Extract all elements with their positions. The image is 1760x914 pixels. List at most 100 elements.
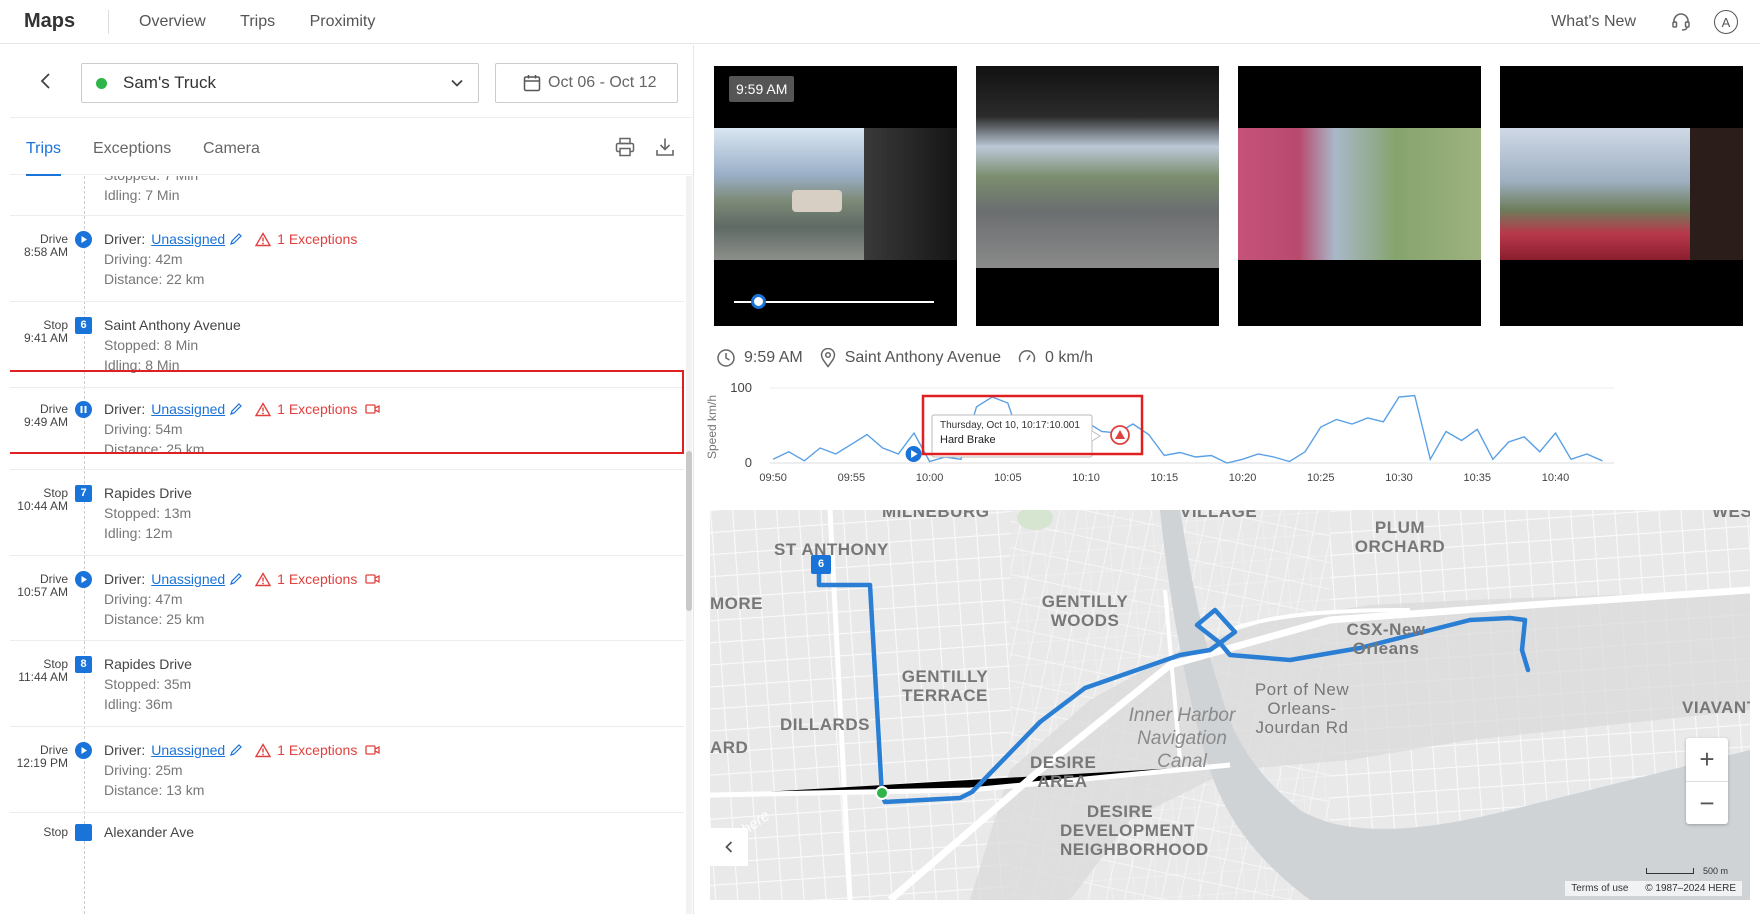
distance: Distance: 13 km <box>104 782 205 798</box>
print-icon[interactable] <box>614 136 636 158</box>
edit-pencil-icon[interactable] <box>229 743 243 757</box>
drive-play-icon[interactable] <box>75 742 92 759</box>
location-pin-icon <box>820 348 835 368</box>
map-label: WES <box>1712 510 1750 521</box>
entry-type: Stop <box>43 486 68 500</box>
trip-drive-item[interactable]: Drive 10:57 AM Driver: Unassigned 1 Except… <box>10 556 684 641</box>
video-player[interactable]: 9:59 AM <box>714 66 957 326</box>
scrollbar-thumb[interactable] <box>686 451 692 611</box>
camera-thumbnail-2[interactable] <box>976 66 1219 326</box>
exceptions-link[interactable]: 1 Exceptions <box>277 571 357 587</box>
tooltip-body: Hard Brake <box>940 434 996 446</box>
stop-number-badge: 8 <box>75 656 92 673</box>
tab-trips[interactable]: Trips <box>26 140 61 176</box>
top-bar: Maps Overview Trips Proximity What's New… <box>0 0 1760 44</box>
tab-camera[interactable]: Camera <box>203 140 260 158</box>
entry-time: 10:57 AM <box>17 585 68 599</box>
driver-label: Driver: <box>104 742 146 758</box>
panel-tabs: Trips Exceptions Camera <box>10 118 693 176</box>
terms-link[interactable]: Terms of use <box>1571 883 1628 894</box>
map-scale-label: 500 m <box>1702 866 1728 876</box>
trip-drive-item[interactable]: Drive 12:19 PM Driver: Unassigned 1 Except… <box>10 727 684 813</box>
nav-proximity[interactable]: Proximity <box>310 13 376 30</box>
video-camera-icon[interactable] <box>365 744 380 756</box>
drive-play-icon[interactable] <box>75 231 92 248</box>
detail-panel: 9:59 AM 9:59 AM Saint Anthony Avenue 0 k… <box>704 45 1760 914</box>
stopped-duration: Stopped: 13m <box>104 505 192 521</box>
collapse-panel-button[interactable] <box>710 828 748 866</box>
playback-slider-knob[interactable] <box>751 294 766 309</box>
tab-exceptions[interactable]: Exceptions <box>93 140 171 158</box>
tooltip-arrow <box>1091 430 1101 442</box>
zoom-out-button[interactable]: − <box>1686 781 1728 824</box>
video-camera-icon[interactable] <box>365 573 380 585</box>
entry-type: Stop <box>43 657 68 671</box>
position-time: 9:59 AM <box>744 349 803 366</box>
stop-number-badge: 6 <box>75 317 92 334</box>
map-label: ARD <box>710 738 749 757</box>
trip-stop-item[interactable]: Stop 10:44 AM 7 Rapides Drive Stopped: 13… <box>10 470 684 556</box>
camera-thumbnail-4[interactable] <box>1500 66 1743 326</box>
trip-stop-item[interactable]: Stop 11:44 AM 8 Rapides Drive Stopped: 35… <box>10 641 684 727</box>
stop-number-badge <box>75 824 92 841</box>
trip-stop-item[interactable]: Stop Alexander Ave <box>10 813 684 899</box>
top-nav: Overview Trips Proximity <box>139 13 405 31</box>
stopped-duration: Stopped: 7 Min <box>104 176 198 185</box>
zoom-controls: + − <box>1686 738 1728 824</box>
nav-trips[interactable]: Trips <box>240 13 275 30</box>
nav-overview[interactable]: Overview <box>139 13 206 30</box>
entry-time: 8:58 AM <box>23 245 68 259</box>
map-label: GENTILLY WOODS <box>1041 592 1129 630</box>
speed-chart[interactable]: Speed km/h 100 0 09:50 09:55 10:00 10:05 10:10 1… <box>704 377 1760 497</box>
selected-highlight-box <box>10 370 684 454</box>
panel-header: Sam's Truck Oct 06 - Oct 12 <box>10 45 693 118</box>
y-axis-label: Speed km/h <box>705 395 719 459</box>
edit-pencil-icon[interactable] <box>229 232 243 246</box>
avatar[interactable]: A <box>1714 10 1738 34</box>
driver-label: Driver: <box>104 571 146 587</box>
map-label: Port of New Orleans-Jourdan Rd <box>1254 680 1350 737</box>
trip-drive-item[interactable]: Drive 8:58 AM Driver: Unassigned 1 Excepti… <box>10 216 684 302</box>
map-label: DESIRE DEVELOPMENT NEIGHBORHOOD <box>1060 802 1209 859</box>
vehicle-select[interactable]: Sam's Truck <box>81 63 479 103</box>
zoom-in-button[interactable]: + <box>1686 738 1728 781</box>
date-range-picker[interactable]: Oct 06 - Oct 12 <box>495 63 678 103</box>
entry-type: Stop <box>43 825 68 839</box>
x-tick-label: 10:10 <box>1072 472 1100 484</box>
edit-pencil-icon[interactable] <box>229 572 243 586</box>
stop-address: Saint Anthony Avenue <box>104 317 241 333</box>
x-tick-label: 09:55 <box>838 472 866 484</box>
x-tick-label: 10:30 <box>1385 472 1413 484</box>
idling-duration: Idling: 7 Min <box>104 187 180 203</box>
position-speed: 0 km/h <box>1044 349 1093 366</box>
support-headset-icon[interactable] <box>1670 11 1692 33</box>
back-arrow-icon[interactable] <box>36 71 56 91</box>
x-tick-label: 10:25 <box>1307 472 1335 484</box>
driver-link[interactable]: Unassigned <box>151 571 225 587</box>
driver-link[interactable]: Unassigned <box>151 742 225 758</box>
entry-time: 11:44 AM <box>18 670 68 684</box>
exceptions-link[interactable]: 1 Exceptions <box>277 231 357 247</box>
chevron-left-icon <box>725 841 733 853</box>
dashcam-frame-4 <box>1500 128 1743 260</box>
driver-link[interactable]: Unassigned <box>151 231 225 247</box>
drive-play-icon[interactable] <box>75 571 92 588</box>
trips-panel: Sam's Truck Oct 06 - Oct 12 Trips Except… <box>10 45 694 914</box>
download-icon[interactable] <box>654 136 676 158</box>
list-scrollbar[interactable] <box>686 176 692 914</box>
whats-new-link[interactable]: What's New <box>1551 13 1636 31</box>
map-footer: Terms of use © 1987–2024 HERE <box>1565 881 1742 896</box>
playback-slider[interactable] <box>734 294 934 309</box>
list-item[interactable]: Stopped: 7 Min Idling: 7 Min <box>10 176 684 216</box>
distance: Distance: 25 km <box>104 611 205 627</box>
exceptions-link[interactable]: 1 Exceptions <box>277 742 357 758</box>
route-map[interactable]: here 6 MILNEBURG VILLAGE PLUM ORCHARD WE… <box>710 510 1750 900</box>
map-scale-bar <box>1646 868 1694 874</box>
distance: Distance: 22 km <box>104 271 205 287</box>
stop-number-badge: 7 <box>75 485 92 502</box>
x-tick-label: 09:50 <box>759 472 787 484</box>
camera-thumbnail-3[interactable] <box>1238 66 1481 326</box>
map-label: DILLARDS <box>780 715 870 734</box>
vehicle-name: Sam's Truck <box>123 73 216 92</box>
calendar-icon <box>523 75 541 92</box>
